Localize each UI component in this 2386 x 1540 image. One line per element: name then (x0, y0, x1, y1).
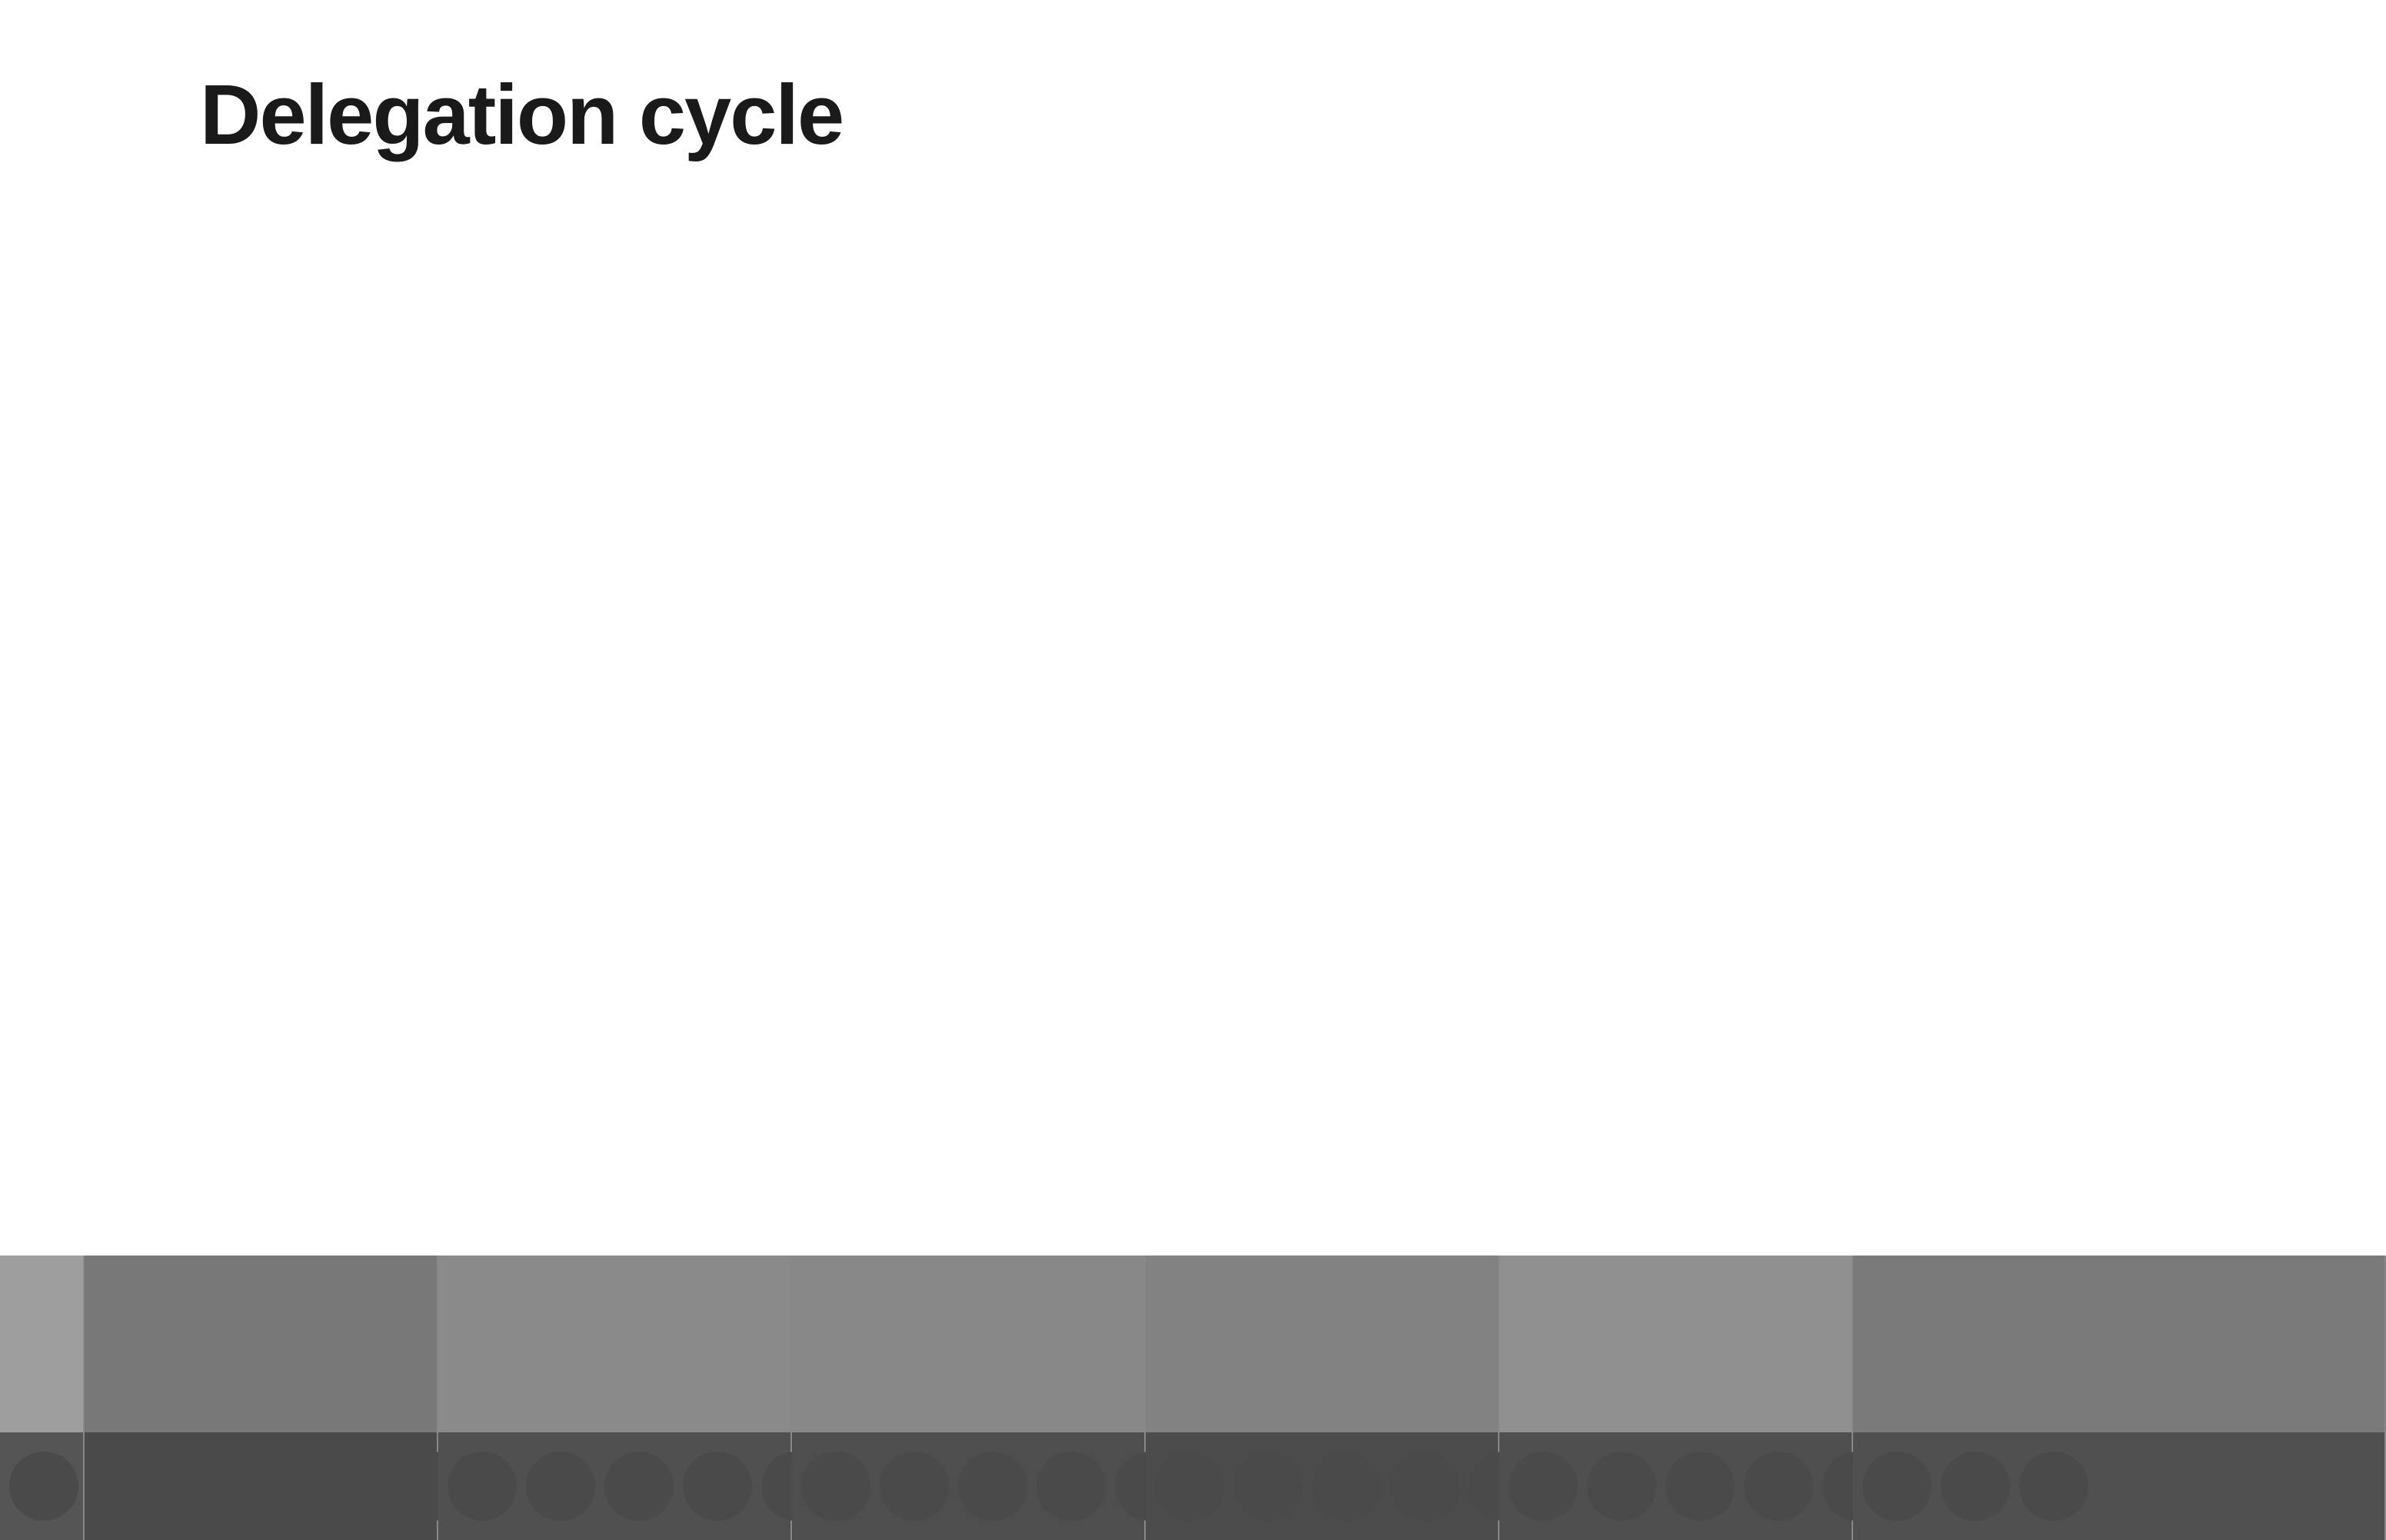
circle (1037, 1452, 1106, 1521)
circle (880, 1452, 949, 1521)
circle (1862, 1452, 1932, 1521)
circle (2019, 1452, 2088, 1521)
circle (448, 1452, 517, 1521)
circle (801, 1452, 870, 1521)
segment-4 (792, 1256, 1146, 1540)
circle (1312, 1452, 1381, 1521)
circle (958, 1452, 1027, 1521)
segment-2 (85, 1256, 438, 1540)
circle (1744, 1452, 1813, 1521)
circle (1155, 1452, 1224, 1521)
circle (526, 1452, 595, 1521)
circle (9, 1452, 78, 1521)
page-title: Delegation cycle (200, 66, 843, 164)
segment-3 (438, 1256, 792, 1540)
circle (1587, 1452, 1656, 1521)
segment-7 (1853, 1256, 2386, 1540)
circle (683, 1452, 752, 1521)
circle (172, 1452, 241, 1521)
circle (329, 1452, 398, 1521)
circle (94, 1452, 163, 1521)
segment-6 (1499, 1256, 1853, 1540)
circle (604, 1452, 674, 1521)
circle (1941, 1452, 2010, 1521)
circle (1509, 1452, 1578, 1521)
circle (251, 1452, 320, 1521)
circle (1233, 1452, 1303, 1521)
circle (1666, 1452, 1735, 1521)
segment-1 (0, 1256, 85, 1540)
circle (1390, 1452, 1459, 1521)
segment-5 (1146, 1256, 1499, 1540)
bottom-bar (0, 1256, 2386, 1540)
